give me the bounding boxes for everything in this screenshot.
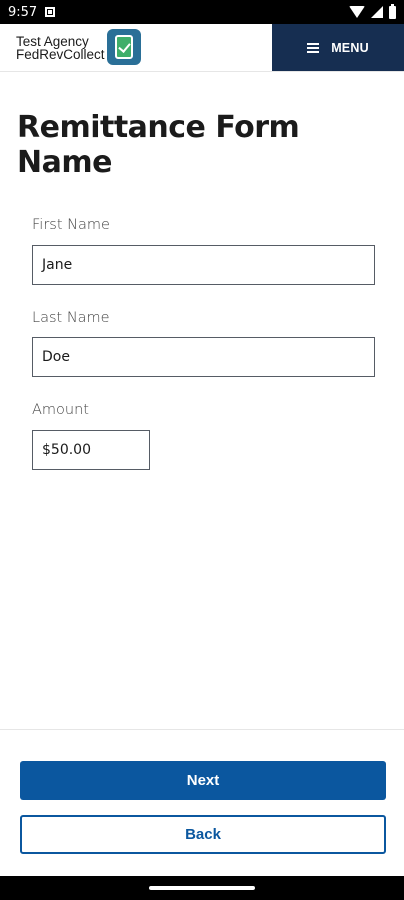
first-name-label: First Name — [32, 217, 110, 233]
menu-label: MENU — [331, 40, 369, 55]
system-nav-bar — [0, 876, 404, 900]
footer-divider — [0, 729, 404, 730]
wifi-icon — [349, 6, 365, 18]
brand-agency: Test Agency — [16, 33, 89, 49]
page-title: Remittance Form Name — [17, 110, 300, 180]
brand-text: Test Agency FedRevCollect — [16, 33, 105, 62]
app-header: Test Agency FedRevCollect MENU — [0, 24, 404, 72]
phone-check-icon — [115, 35, 133, 59]
first-name-input[interactable]: Jane — [32, 245, 375, 285]
notification-icon — [45, 7, 56, 17]
status-icons — [349, 3, 396, 19]
amount-input[interactable]: $50.00 — [32, 430, 150, 470]
status-bar: 9:57 — [0, 0, 404, 24]
amount-label: Amount — [32, 402, 89, 418]
next-button[interactable]: Next — [20, 761, 386, 800]
menu-button[interactable]: MENU — [272, 24, 404, 71]
home-gesture-handle[interactable] — [149, 886, 255, 890]
last-name-input[interactable]: Doe — [32, 337, 375, 377]
signal-icon — [371, 6, 383, 18]
back-button[interactable]: Back — [20, 815, 386, 854]
brand-app-name: FedRevCollect — [16, 46, 105, 62]
battery-icon — [389, 3, 396, 19]
hamburger-icon — [307, 42, 320, 53]
app-logo-icon — [107, 29, 141, 65]
last-name-label: Last Name — [32, 310, 110, 326]
brand-link[interactable]: Test Agency FedRevCollect — [0, 24, 272, 71]
status-time: 9:57 — [8, 4, 38, 20]
